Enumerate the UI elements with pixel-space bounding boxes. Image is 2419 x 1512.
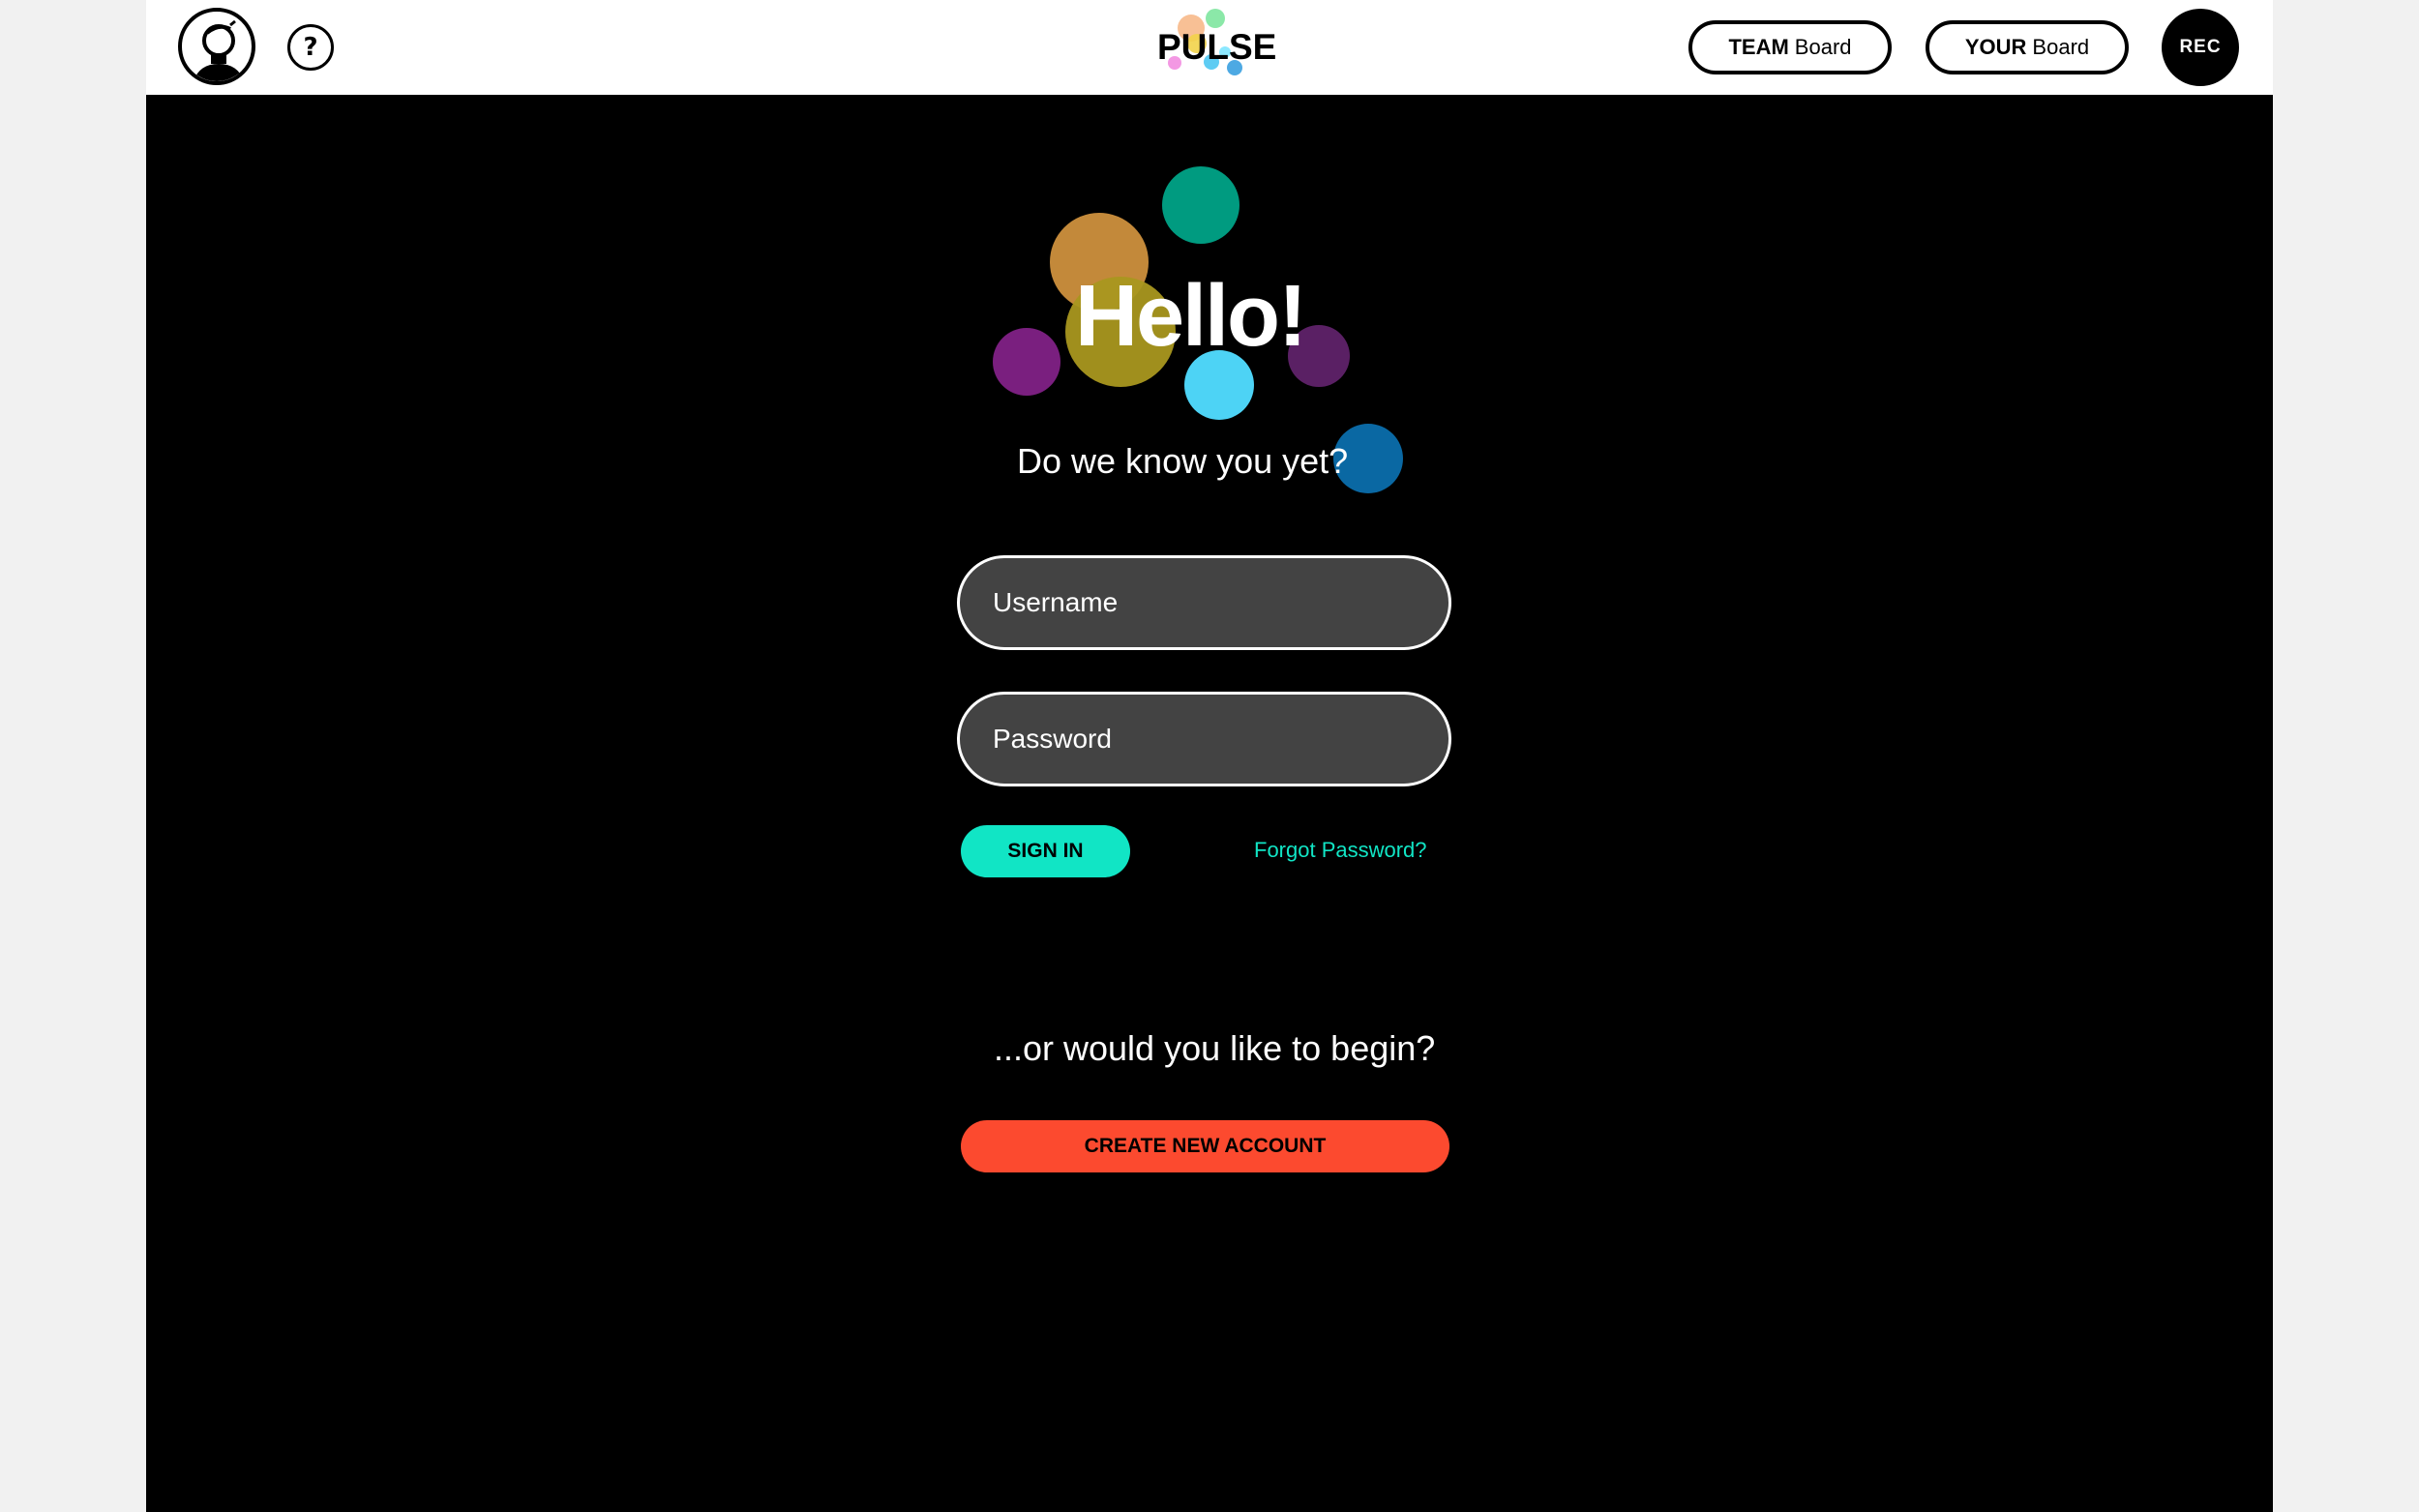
create-account-button[interactable]: CREATE NEW ACCOUNT bbox=[961, 1120, 1449, 1172]
signup-prompt: ...or would you like to begin? bbox=[994, 1028, 1436, 1068]
app-window: ? PULSE TEAM Board YOUR Board REC Hello!… bbox=[146, 0, 2273, 1512]
create-account-label: CREATE NEW ACCOUNT bbox=[1084, 1135, 1327, 1157]
sign-in-label: SIGN IN bbox=[1007, 840, 1084, 862]
login-subtitle: Do we know you yet? bbox=[1017, 441, 1349, 481]
sign-in-button[interactable]: SIGN IN bbox=[961, 825, 1130, 877]
greeting-heading: Hello! bbox=[1075, 268, 1307, 365]
bubble-purple bbox=[993, 328, 1060, 396]
bubble-teal bbox=[1162, 166, 1239, 244]
forgot-password-link[interactable]: Forgot Password? bbox=[1254, 838, 1427, 863]
username-input[interactable] bbox=[957, 555, 1451, 650]
password-input[interactable] bbox=[957, 692, 1451, 786]
